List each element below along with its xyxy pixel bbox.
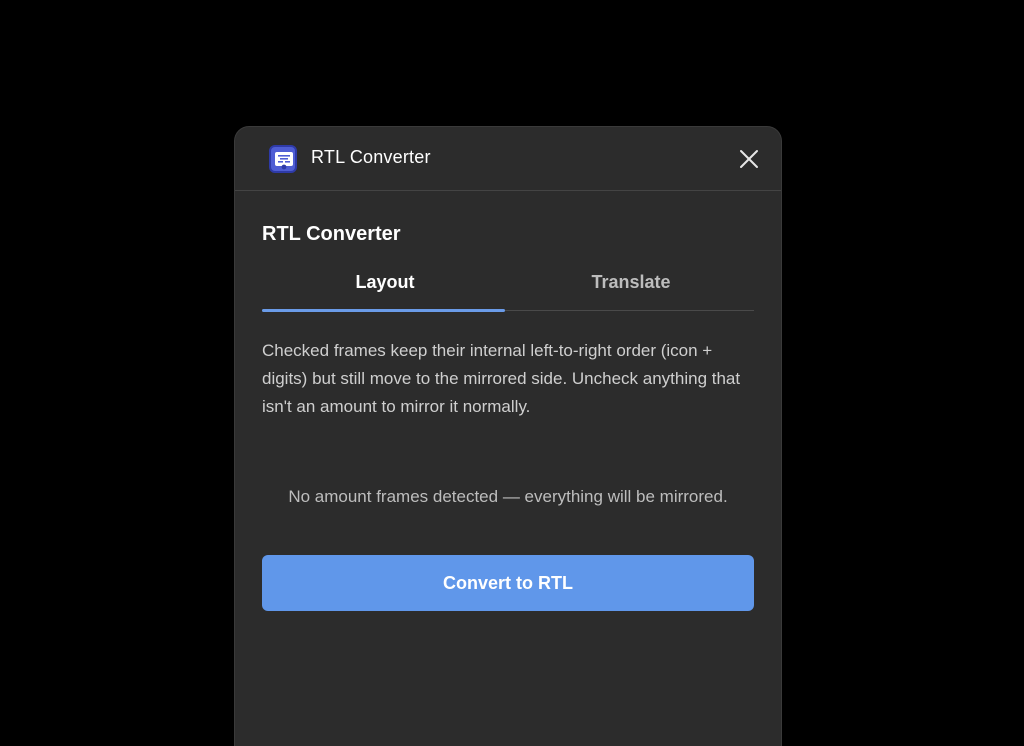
convert-to-rtl-button[interactable]: Convert to RTL <box>262 555 754 611</box>
section-title: RTL Converter <box>262 223 401 245</box>
tab-layout[interactable]: Layout <box>262 270 508 310</box>
active-tab-indicator <box>262 309 505 312</box>
main-content: RTL Converter Layout Translate Checked f… <box>262 191 754 611</box>
close-button[interactable] <box>737 147 761 171</box>
empty-state-message: No amount frames detected — everything w… <box>288 487 728 506</box>
description-text: Checked frames keep their internal left-… <box>262 341 741 416</box>
title-bar: RTL Converter <box>235 127 781 191</box>
tab-translate[interactable]: Translate <box>508 270 754 310</box>
plugin-window: RTL Converter RTL Converter Layout Trans… <box>235 127 781 746</box>
app-icon <box>269 145 297 173</box>
stage: RTL Converter RTL Converter Layout Trans… <box>0 0 1024 746</box>
close-icon[interactable] <box>737 147 761 171</box>
window-title: RTL Converter <box>311 147 431 167</box>
tab-bar: Layout Translate <box>262 270 754 312</box>
